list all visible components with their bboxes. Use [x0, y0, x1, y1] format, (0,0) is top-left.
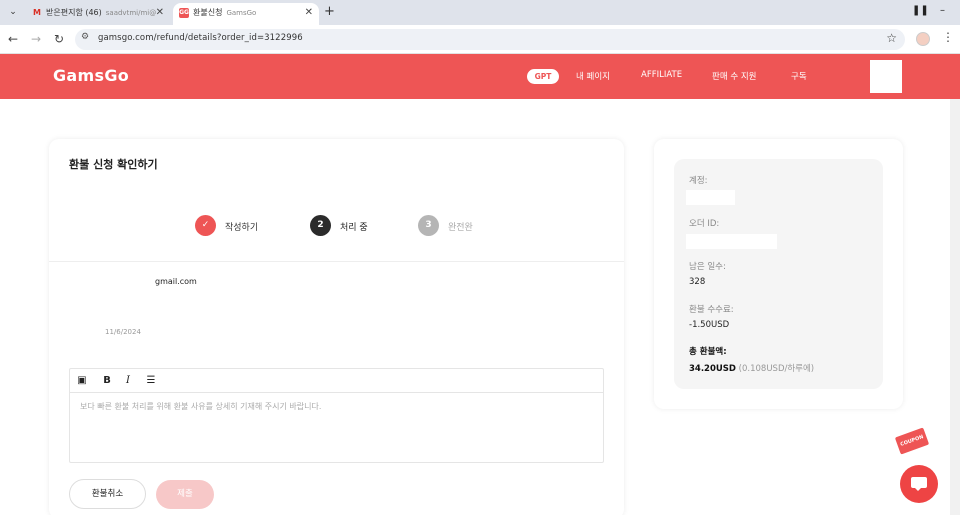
account-value-redacted: [686, 190, 735, 205]
minimize-icon[interactable]: –: [940, 5, 945, 16]
total-refund-value: 34.20USD (0.108USD/하루에): [689, 362, 814, 374]
total-amount: 34.20USD: [689, 364, 736, 374]
profile-avatar[interactable]: [916, 32, 930, 46]
reason-editor: ▣ B I ☰ 보다 빠른 환불 처리를 위해 환불 사유를 상세히 기재해 주…: [69, 368, 604, 463]
bookmark-star-icon[interactable]: ☆: [886, 31, 897, 45]
step-label: 처리 중: [340, 223, 368, 233]
reload-icon[interactable]: ↻: [51, 31, 67, 47]
media-control-icon[interactable]: ❚❚: [912, 5, 929, 16]
gamsgo-favicon-icon: GG: [179, 7, 189, 18]
browser-toolbar: ← → ↻ ⚙ gamsgo.com/refund/details?order_…: [0, 25, 960, 54]
page-title: 환불 신청 확인하기: [69, 158, 158, 171]
days-left-value: 328: [689, 277, 706, 287]
editor-toolbar: ▣ B I ☰: [70, 369, 603, 393]
check-icon: ✓: [195, 215, 216, 236]
user-email: gmail.com: [155, 277, 197, 286]
more-menu-icon[interactable]: ⋮: [942, 30, 954, 44]
forward-icon[interactable]: →: [28, 31, 44, 47]
divider: [49, 261, 624, 262]
cancel-refund-button[interactable]: 환불취소: [69, 479, 146, 509]
list-icon[interactable]: ☰: [144, 374, 158, 388]
close-icon[interactable]: ✕: [156, 3, 164, 23]
refund-fee-label: 환불 수수료:: [689, 305, 734, 315]
tab-subtitle: GamsGo: [226, 9, 257, 17]
page-scrollbar[interactable]: [950, 99, 960, 515]
total-refund-label: 총 환불액:: [689, 347, 727, 357]
close-icon[interactable]: ✕: [305, 3, 313, 23]
gmail-icon: M: [33, 7, 41, 17]
days-left-label: 남은 일수:: [689, 262, 726, 272]
step-label: 완전완: [448, 223, 473, 233]
url-text[interactable]: gamsgo.com/refund/details?order_id=31229…: [98, 33, 303, 43]
step-number: 3: [418, 215, 439, 236]
nav-gpt-button[interactable]: GPT: [527, 69, 559, 84]
order-id-label: 오더 ID:: [689, 219, 720, 229]
reason-input[interactable]: 보다 빠른 환불 처리를 위해 환불 사유를 상세히 기재해 주시기 바랍니다.: [80, 401, 590, 412]
step-number: 2: [310, 215, 331, 236]
daily-rate-note: (0.108USD/하루에): [738, 364, 815, 374]
chat-icon-tail: [914, 487, 922, 491]
user-menu-button[interactable]: [870, 60, 902, 93]
chevron-down-icon[interactable]: ⌄: [5, 4, 21, 20]
site-info-icon[interactable]: ⚙: [81, 32, 89, 42]
image-icon[interactable]: ▣: [75, 374, 89, 388]
tab-subtitle: saadvtmi/mi@: [105, 9, 157, 17]
bold-icon[interactable]: B: [100, 374, 114, 388]
nav-my-page[interactable]: 내 페이지: [576, 70, 610, 82]
step-label: 작성하기: [225, 223, 259, 233]
tab-title: 환불신청: [193, 8, 223, 17]
request-date: 11/6/2024: [105, 328, 141, 336]
nav-subscribe[interactable]: 구독: [791, 70, 807, 82]
site-logo[interactable]: GamsGo: [53, 66, 129, 85]
address-bar[interactable]: ⚙ gamsgo.com/refund/details?order_id=312…: [75, 29, 905, 50]
refund-summary-card: 계정: 오더 ID: 남은 일수: 328 환불 수수료: -1.50USD 총…: [654, 139, 903, 409]
back-icon[interactable]: ←: [5, 31, 21, 47]
site-header: GamsGo GPT 내 페이지 AFFILIATE 판매 수 지원 구독: [0, 54, 960, 99]
italic-icon[interactable]: I: [121, 374, 135, 388]
account-label: 계정:: [689, 176, 708, 186]
browser-tab-gmail[interactable]: M 받은편지함 (46) saadvtmi/mi@ ✕: [26, 3, 170, 25]
new-tab-button[interactable]: +: [324, 4, 335, 20]
nav-seller-support[interactable]: 판매 수 지원: [712, 70, 757, 82]
browser-tab-bar: ⌄ M 받은편지함 (46) saadvtmi/mi@ ✕ GG 환불신청 GamsGo…: [0, 0, 960, 25]
tab-title: 받은편지함 (46): [46, 8, 102, 17]
submit-button[interactable]: 제출: [156, 480, 214, 509]
nav-affiliate[interactable]: AFFILIATE: [641, 70, 682, 80]
order-id-value-redacted: [686, 234, 777, 249]
refund-card: 환불 신청 확인하기 ✓ 작성하기 2 처리 중 3 완전완 gmail.com…: [49, 139, 624, 515]
summary-panel: 계정: 오더 ID: 남은 일수: 328 환불 수수료: -1.50USD 총…: [674, 159, 883, 389]
browser-tab-refund[interactable]: GG 환불신청 GamsGo ✕: [173, 3, 319, 25]
chat-button[interactable]: [900, 465, 938, 503]
refund-fee-value: -1.50USD: [689, 320, 730, 330]
